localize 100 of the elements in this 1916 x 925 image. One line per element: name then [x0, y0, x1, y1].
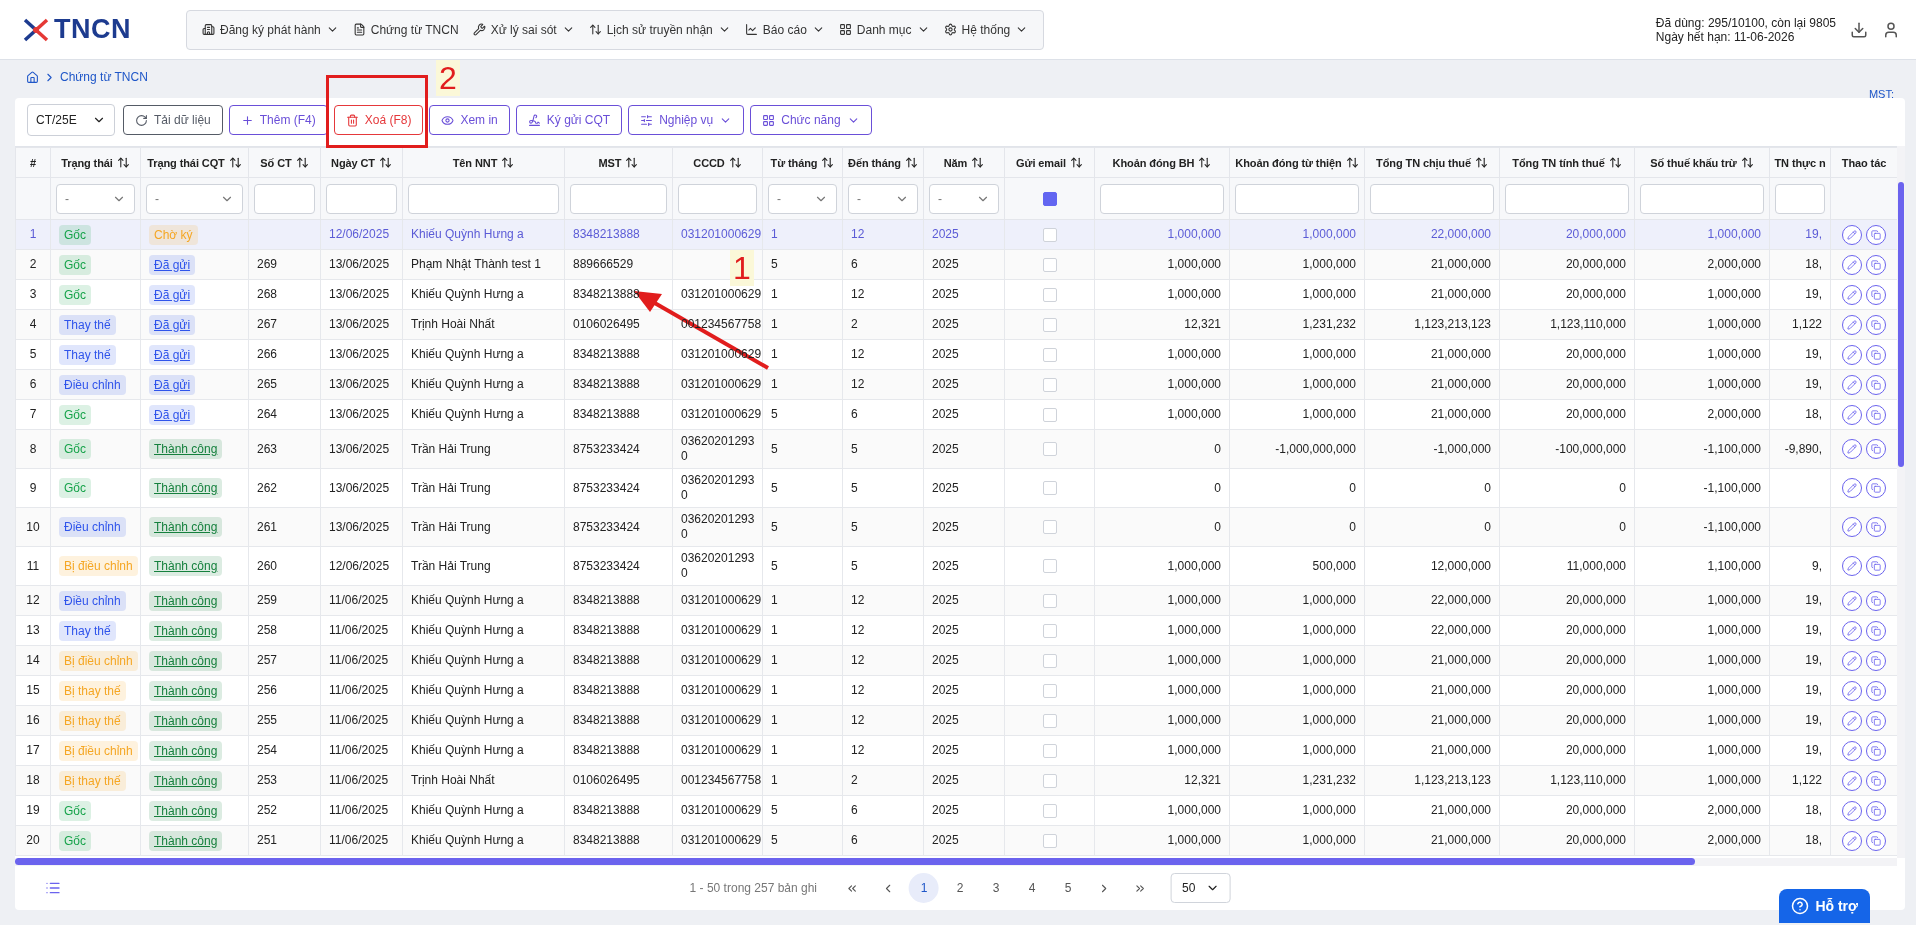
toolbar-button[interactable]: Tải dữ liệu [123, 105, 223, 135]
filter-input[interactable] [1505, 183, 1629, 214]
filter-select[interactable]: - [848, 183, 918, 214]
nav-item[interactable]: Báo cáo [739, 22, 830, 37]
edit-button[interactable] [1842, 314, 1862, 335]
edit-button[interactable] [1842, 224, 1862, 245]
list-icon[interactable] [45, 880, 61, 896]
status-link[interactable]: Đã gửi [149, 404, 196, 425]
page-button[interactable]: 5 [1053, 873, 1084, 903]
filter-select[interactable]: - [929, 183, 999, 214]
copy-button[interactable] [1866, 590, 1886, 611]
page-button[interactable]: 4 [1017, 873, 1048, 903]
email-checkbox[interactable] [1042, 653, 1057, 668]
status-link[interactable]: Đã gửi [149, 284, 196, 305]
nav-item[interactable]: Chứng từ TNCN [347, 22, 464, 37]
email-checkbox[interactable] [1042, 833, 1057, 848]
copy-button[interactable] [1866, 254, 1886, 275]
filter-input[interactable] [678, 183, 757, 214]
filter-input[interactable] [1640, 183, 1764, 214]
status-link[interactable]: Thành công [149, 517, 223, 537]
sort-icon[interactable] [625, 156, 639, 169]
status-link[interactable]: Thành công [149, 710, 223, 731]
email-checkbox[interactable] [1042, 773, 1057, 788]
edit-button[interactable] [1842, 517, 1862, 537]
email-checkbox[interactable] [1042, 287, 1057, 302]
page-button[interactable]: 3 [981, 873, 1012, 903]
filter-input[interactable] [1235, 183, 1359, 214]
nav-item[interactable]: Xử lý sai sót [467, 22, 580, 37]
filter-select[interactable]: - [146, 183, 243, 214]
edit-button[interactable] [1842, 650, 1862, 671]
email-checkbox[interactable] [1042, 377, 1057, 392]
email-checkbox[interactable] [1042, 593, 1057, 608]
edit-button[interactable] [1842, 284, 1862, 305]
email-checkbox[interactable] [1042, 803, 1057, 818]
edit-button[interactable] [1842, 800, 1862, 821]
sort-icon[interactable] [1198, 156, 1212, 169]
user-icon[interactable] [1882, 20, 1900, 39]
edit-button[interactable] [1842, 478, 1862, 498]
email-checkbox[interactable] [1042, 317, 1057, 332]
status-link[interactable]: Đã gửi [149, 344, 196, 365]
status-link[interactable]: Thành công [149, 439, 223, 459]
filter-input[interactable] [1100, 183, 1224, 214]
status-link[interactable]: Thành công [149, 800, 223, 821]
copy-button[interactable] [1866, 517, 1886, 537]
email-checkbox[interactable] [1042, 481, 1057, 496]
sort-icon[interactable] [295, 156, 309, 169]
nav-item[interactable]: Đăng ký phát hành [197, 22, 344, 37]
filter-select[interactable]: - [56, 183, 135, 214]
status-link[interactable]: Thành công [149, 478, 223, 498]
email-checkbox[interactable] [1042, 713, 1057, 728]
nav-item[interactable]: Danh mục [833, 22, 935, 37]
filter-input[interactable] [570, 183, 667, 214]
copy-button[interactable] [1866, 478, 1886, 498]
toolbar-button[interactable]: Nghiệp vụ [628, 105, 745, 135]
home-icon[interactable] [26, 70, 39, 84]
sort-icon[interactable] [1608, 156, 1622, 169]
edit-button[interactable] [1842, 590, 1862, 611]
page-button[interactable]: 2 [945, 873, 976, 903]
nav-item[interactable]: Hệ thống [938, 22, 1034, 37]
horizontal-scrollbar[interactable] [15, 858, 1897, 866]
status-link[interactable]: Thành công [149, 740, 223, 761]
sort-icon[interactable] [821, 156, 835, 169]
status-link[interactable]: Thành công [149, 830, 223, 851]
email-checkbox[interactable] [1042, 520, 1057, 535]
edit-button[interactable] [1842, 710, 1862, 731]
copy-button[interactable] [1866, 284, 1886, 305]
status-link[interactable]: Thành công [149, 680, 223, 701]
status-link[interactable]: Đã gửi [149, 314, 196, 335]
sort-icon[interactable] [228, 156, 242, 169]
sort-icon[interactable] [904, 156, 918, 169]
filter-checkbox[interactable] [1042, 191, 1057, 206]
status-link[interactable]: Đã gửi [149, 254, 196, 275]
email-checkbox[interactable] [1042, 743, 1057, 758]
edit-button[interactable] [1842, 344, 1862, 365]
page-button[interactable]: 1 [909, 873, 940, 903]
filter-input[interactable] [1370, 183, 1494, 214]
filter-input[interactable] [254, 183, 315, 214]
email-checkbox[interactable] [1042, 442, 1057, 457]
vertical-scrollbar[interactable] [1897, 146, 1905, 858]
sort-icon[interactable] [1345, 156, 1359, 169]
email-checkbox[interactable] [1042, 683, 1057, 698]
edit-button[interactable] [1842, 556, 1862, 576]
toolbar-button[interactable]: Thêm (F4) [228, 105, 328, 135]
series-select[interactable]: CT/25E [27, 104, 115, 136]
copy-button[interactable] [1866, 344, 1886, 365]
toolbar-button[interactable]: Chức năng [750, 105, 872, 135]
toolbar-button[interactable]: Xoá (F8) [333, 105, 424, 135]
edit-button[interactable] [1842, 374, 1862, 395]
copy-button[interactable] [1866, 740, 1886, 761]
sort-icon[interactable] [501, 156, 515, 169]
toolbar-button[interactable]: Xem in [429, 105, 510, 135]
email-checkbox[interactable] [1042, 347, 1057, 362]
breadcrumb-link[interactable]: Chứng từ TNCN [60, 70, 148, 84]
filter-input[interactable] [326, 183, 397, 214]
email-checkbox[interactable] [1042, 407, 1057, 422]
copy-button[interactable] [1866, 650, 1886, 671]
sort-icon[interactable] [971, 156, 985, 169]
copy-button[interactable] [1866, 556, 1886, 576]
sort-icon[interactable] [378, 156, 392, 169]
copy-button[interactable] [1866, 620, 1886, 641]
